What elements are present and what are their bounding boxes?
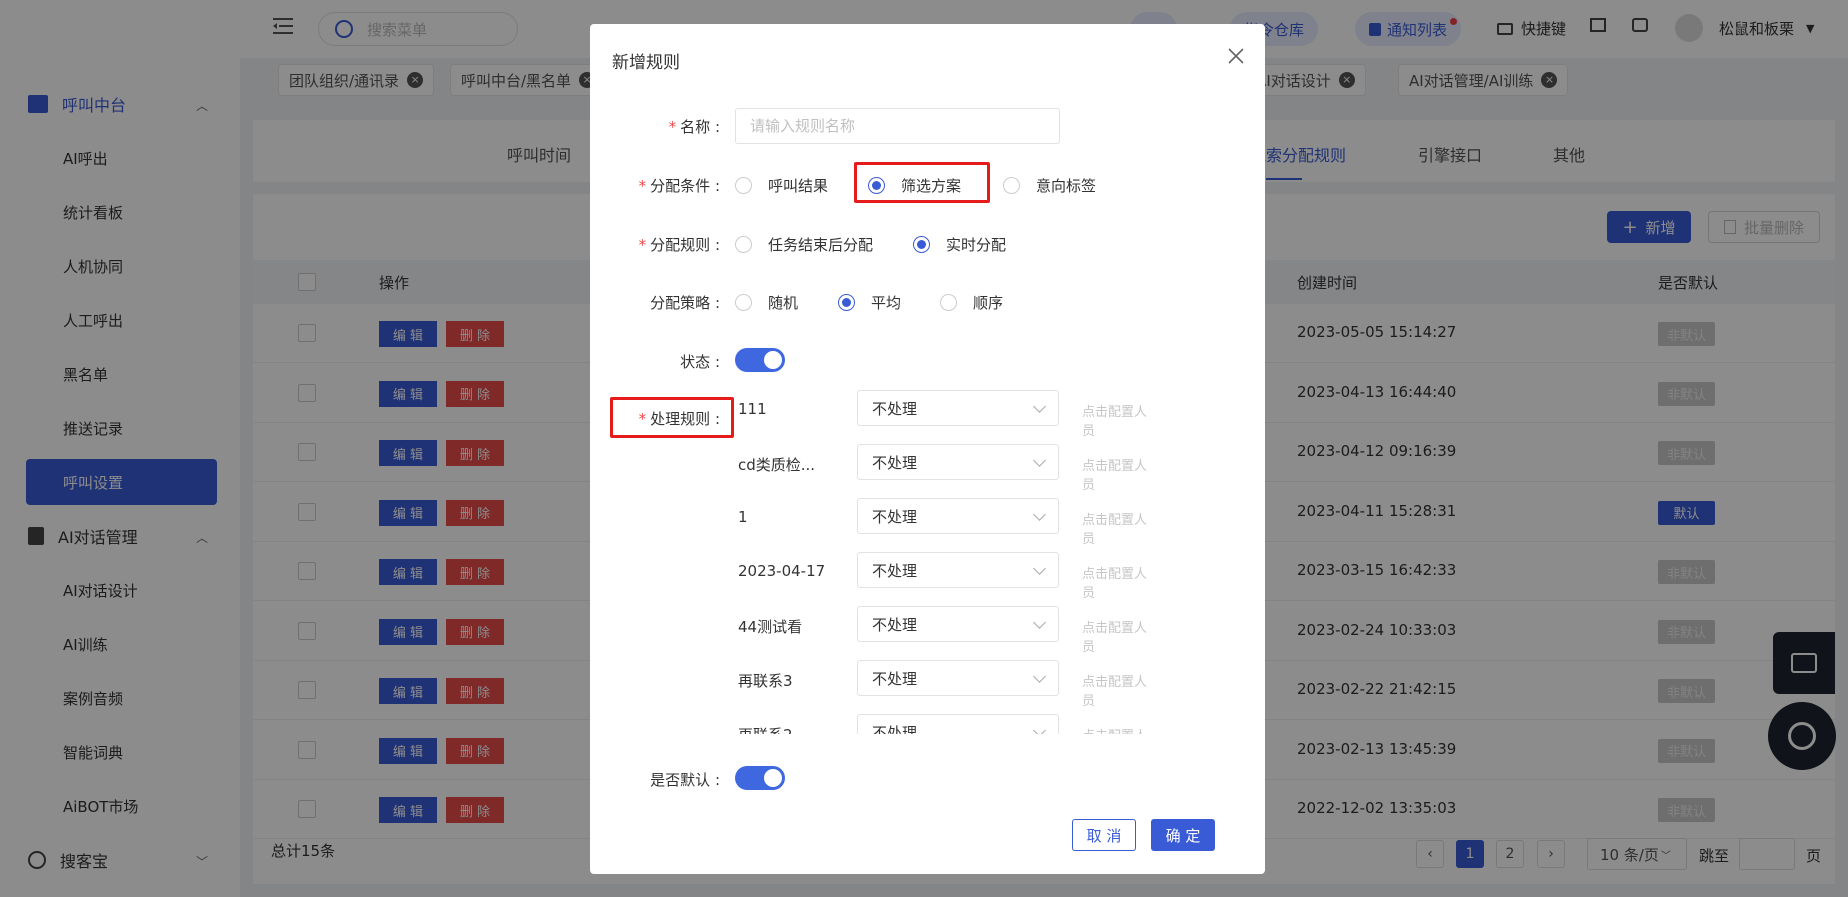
- close-icon[interactable]: [1226, 46, 1246, 66]
- radio-dot: [940, 294, 957, 311]
- chevron-down-icon: [1033, 724, 1046, 734]
- radio-dot: [735, 177, 752, 194]
- process-rule-row: 44测试看 不处理 点击配置人员: [730, 606, 1150, 655]
- radio-random[interactable]: 随机: [735, 292, 798, 313]
- process-rule-row: 再联系3 不处理 点击配置人员: [730, 660, 1150, 709]
- rule-item-name: cd类质检...: [738, 456, 816, 474]
- rule-label: * 分配规则 :: [638, 236, 720, 254]
- condition-label-text: 分配条件 :: [650, 177, 720, 195]
- process-action-select[interactable]: 不处理: [857, 498, 1059, 534]
- chevron-down-icon: [1033, 616, 1046, 629]
- radio-label: 意向标签: [1036, 177, 1097, 195]
- config-staff-link[interactable]: 点击配置人员: [1082, 671, 1150, 709]
- select-value: 不处理: [872, 669, 918, 688]
- radio-realtime[interactable]: 实时分配: [913, 234, 1006, 255]
- highlight-box-filter: [854, 162, 990, 203]
- radio-label: 顺序: [973, 294, 1004, 312]
- dialog-title: 新增规则: [612, 53, 680, 73]
- name-label: * 名称 :: [668, 118, 720, 136]
- process-action-select[interactable]: 不处理: [857, 606, 1059, 642]
- status-label: 状态 :: [620, 351, 720, 372]
- config-staff-link[interactable]: 点击配置人员: [1082, 509, 1150, 547]
- rule-item-name: 再联系3: [738, 672, 793, 690]
- radio-dot: [913, 236, 930, 253]
- new-rule-dialog: 新增规则 *名称 : *分配条件 : 呼叫结果 筛选方案 意向标签 *分配规则 …: [590, 24, 1265, 874]
- highlight-box-process: [610, 397, 734, 438]
- select-value: 不处理: [872, 453, 918, 472]
- chevron-down-icon: [1033, 508, 1046, 521]
- select-value: 不处理: [872, 561, 918, 580]
- select-value: 不处理: [872, 507, 918, 526]
- radio-after-task[interactable]: 任务结束后分配: [735, 234, 873, 255]
- config-staff-link[interactable]: 点击配置人员: [1082, 617, 1150, 655]
- radio-label: 呼叫结果: [768, 177, 829, 195]
- config-staff-link[interactable]: 点击配置人员: [1082, 455, 1150, 493]
- strategy-label: 分配策略 :: [620, 292, 720, 313]
- chevron-down-icon: [1033, 562, 1046, 575]
- process-rule-row: 再联系2 不处理 点击配置人员: [730, 714, 1150, 734]
- radio-intent-tag[interactable]: 意向标签: [1003, 175, 1096, 196]
- status-label-text: 状态 :: [680, 353, 720, 371]
- process-action-select[interactable]: 不处理: [857, 444, 1059, 480]
- radio-call-result[interactable]: 呼叫结果: [735, 175, 828, 196]
- process-rule-row: 1 不处理 点击配置人员: [730, 498, 1150, 547]
- status-toggle[interactable]: [735, 348, 785, 372]
- radio-dot: [838, 294, 855, 311]
- process-action-select[interactable]: 不处理: [857, 714, 1059, 734]
- select-value: 不处理: [872, 399, 918, 418]
- rule-item-name: 再联系2: [738, 724, 838, 734]
- rule-item-name: 2023-04-17: [738, 562, 826, 580]
- select-value: 不处理: [872, 615, 918, 634]
- process-action-select[interactable]: 不处理: [857, 390, 1059, 426]
- radio-average[interactable]: 平均: [838, 292, 901, 313]
- name-label-text: 名称 :: [680, 118, 720, 136]
- process-action-select[interactable]: 不处理: [857, 552, 1059, 588]
- rule-item-name: 111: [738, 400, 767, 418]
- rule-name-input[interactable]: [735, 108, 1060, 144]
- radio-label: 实时分配: [946, 236, 1007, 254]
- radio-dot: [735, 236, 752, 253]
- select-value: 不处理: [872, 723, 918, 735]
- radio-dot: [735, 294, 752, 311]
- rule-item-name: 1: [738, 508, 748, 526]
- config-staff-link[interactable]: 点击配置人员: [1082, 725, 1150, 734]
- chevron-down-icon: [1033, 670, 1046, 683]
- strategy-label-text: 分配策略 :: [650, 294, 720, 312]
- process-rule-row: 111 不处理 点击配置人员: [730, 390, 1150, 439]
- config-staff-link[interactable]: 点击配置人员: [1082, 563, 1150, 601]
- process-rule-row: cd类质检... 不处理 点击配置人员: [730, 444, 1150, 493]
- radio-dot: [1003, 177, 1020, 194]
- default-label-text: 是否默认 :: [650, 771, 720, 789]
- process-action-select[interactable]: 不处理: [857, 660, 1059, 696]
- config-staff-link[interactable]: 点击配置人员: [1082, 401, 1150, 439]
- cancel-button[interactable]: 取 消: [1072, 819, 1136, 851]
- process-rules-list: 111 不处理 点击配置人员 cd类质检... 不处理 点击配置人员 1 不处理 点击配置人员 2…: [730, 390, 1150, 734]
- process-rule-row: 2023-04-17 不处理 点击配置人员: [730, 552, 1150, 601]
- chevron-down-icon: [1033, 454, 1046, 467]
- chevron-down-icon: [1033, 400, 1046, 413]
- radio-sequential[interactable]: 顺序: [940, 292, 1003, 313]
- radio-label: 平均: [871, 294, 902, 312]
- default-label: 是否默认 :: [620, 769, 720, 790]
- radio-label: 任务结束后分配: [768, 236, 874, 254]
- condition-label: * 分配条件 :: [638, 177, 720, 195]
- radio-label: 随机: [768, 294, 799, 312]
- default-toggle[interactable]: [735, 766, 785, 790]
- rule-item-name: 44测试看: [738, 618, 803, 636]
- confirm-button[interactable]: 确 定: [1151, 819, 1215, 851]
- rule-label-text: 分配规则 :: [650, 236, 720, 254]
